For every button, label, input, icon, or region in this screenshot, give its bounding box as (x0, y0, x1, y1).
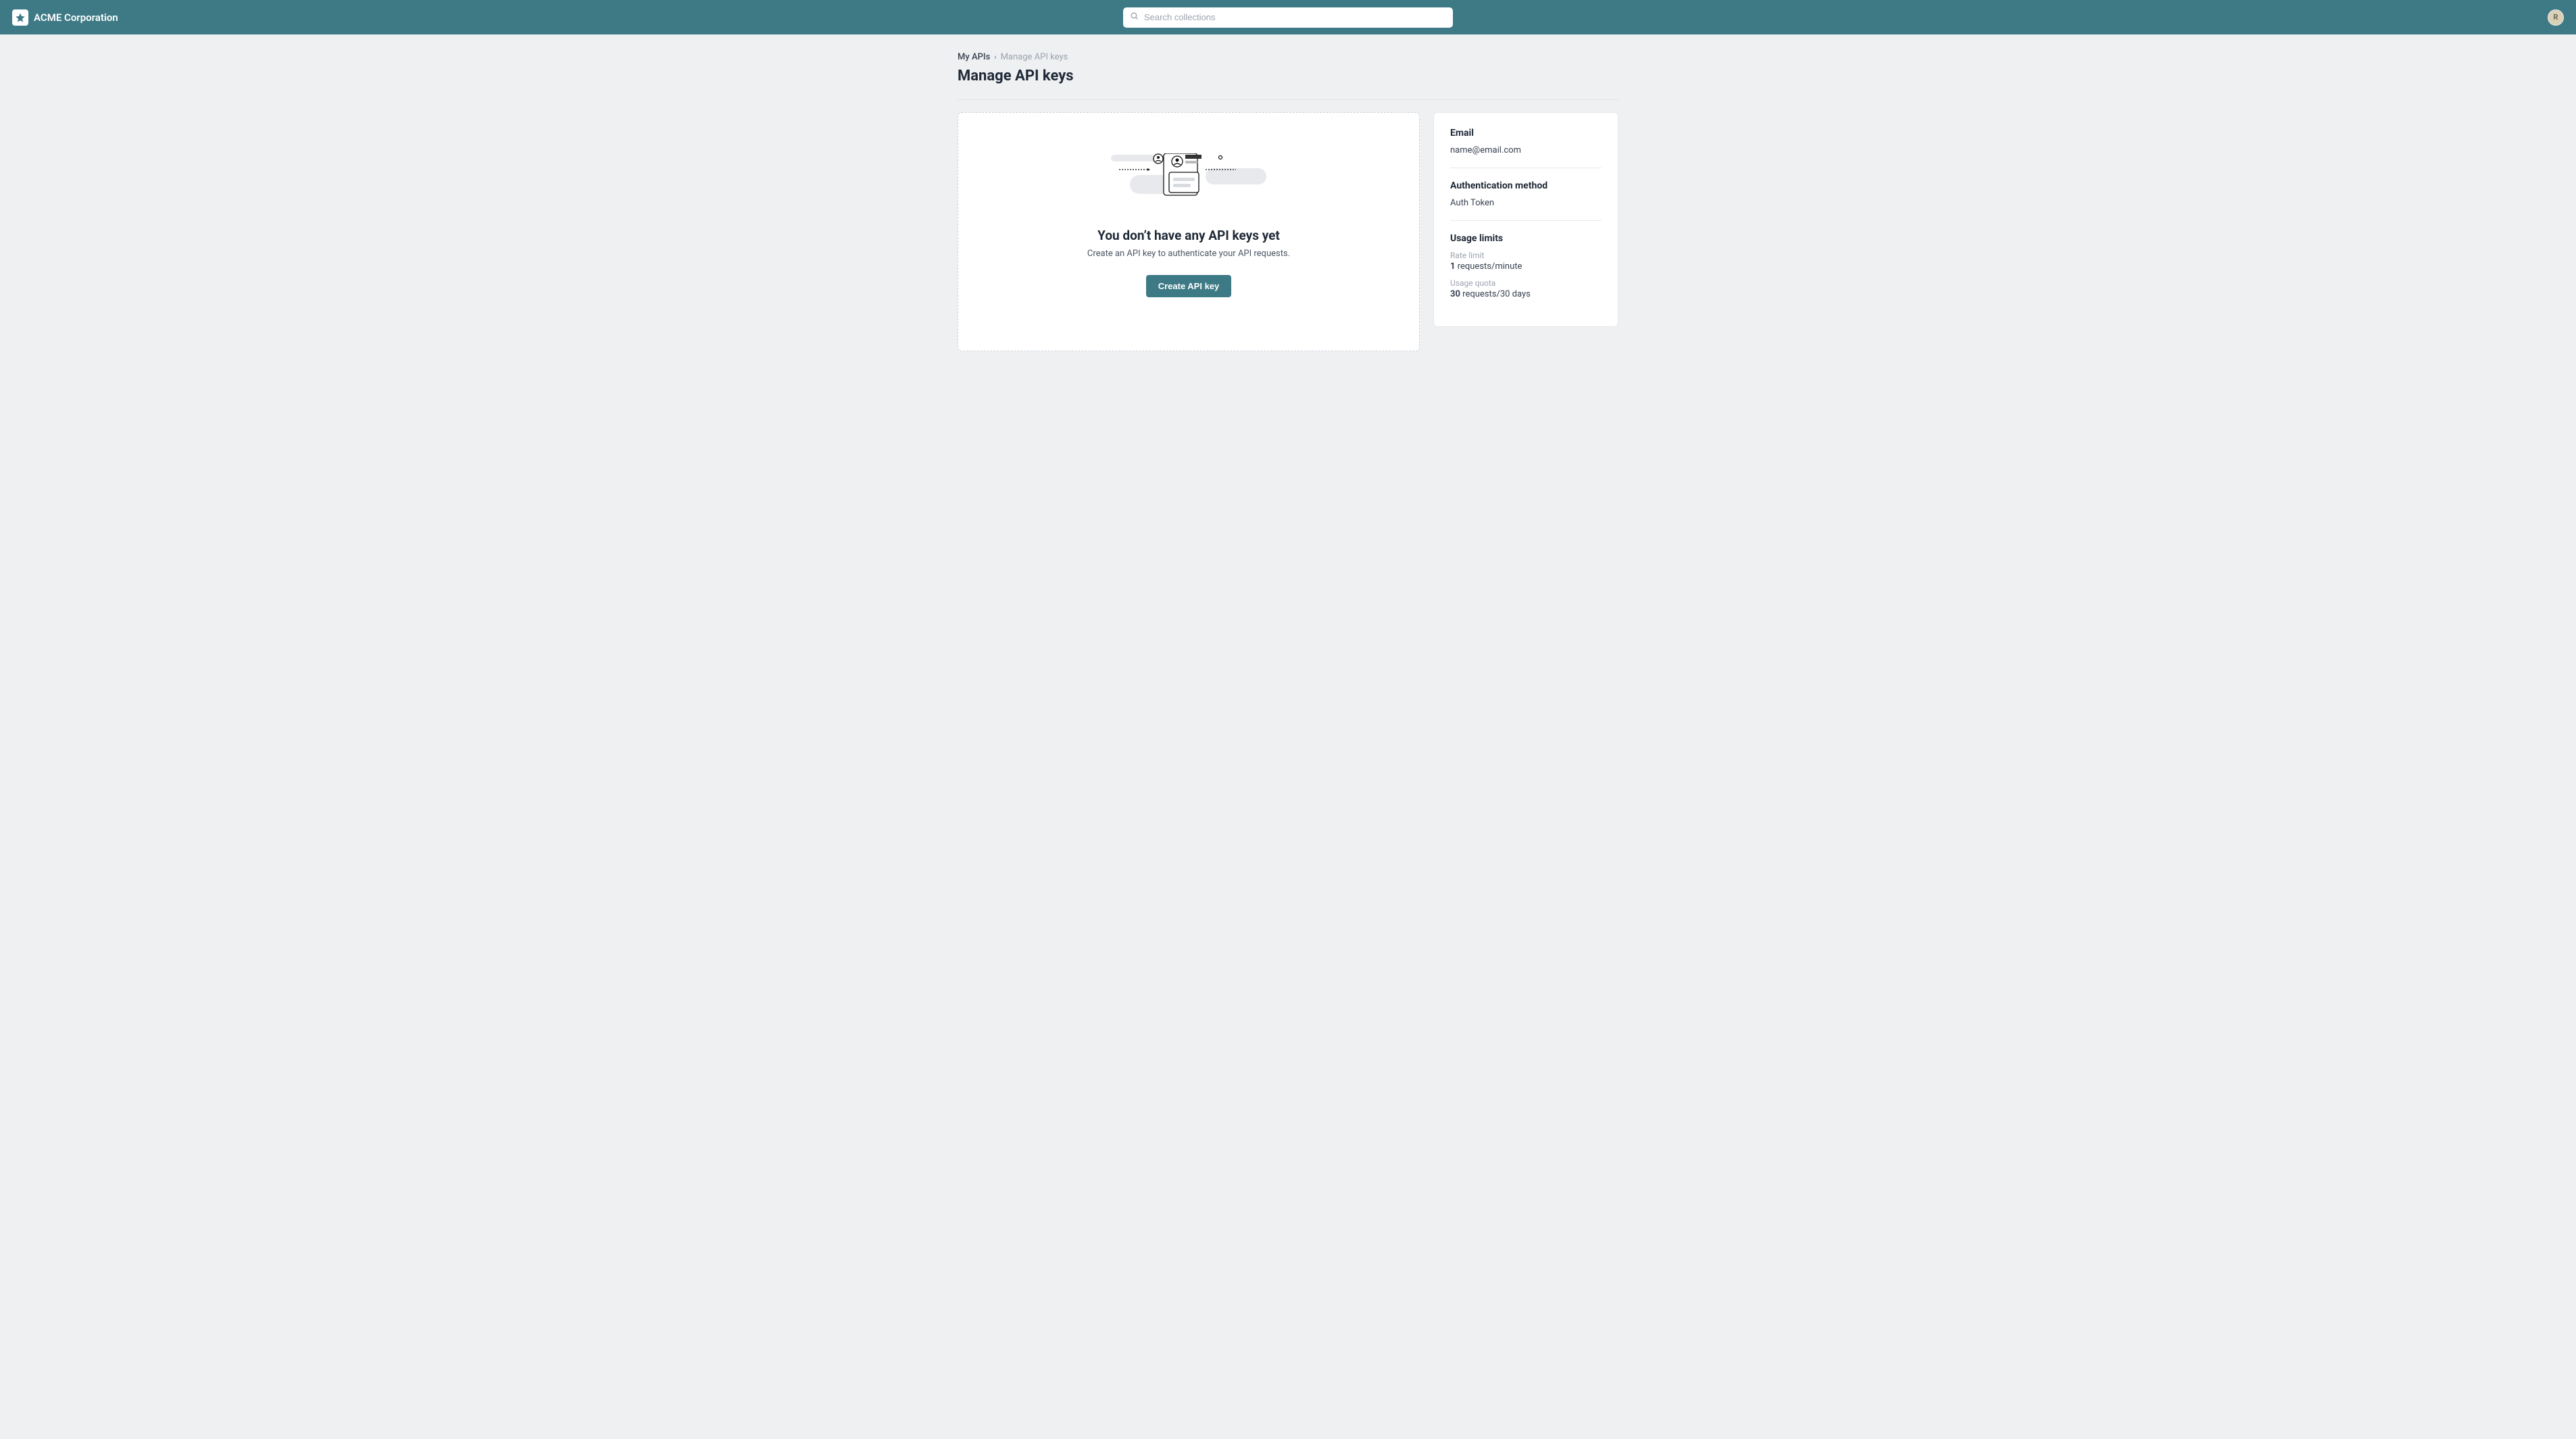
breadcrumb: My APIs › Manage API keys (958, 52, 1618, 62)
create-api-key-button[interactable]: Create API key (1146, 275, 1232, 297)
brand[interactable]: ACME Corporation (12, 9, 118, 26)
rate-limit-value: 1 requests/minute (1450, 261, 1602, 272)
empty-state-title: You don’t have any API keys yet (1097, 228, 1280, 243)
breadcrumb-current: Manage API keys (1001, 52, 1068, 62)
breadcrumb-parent[interactable]: My APIs (958, 52, 990, 62)
page-title: Manage API keys (958, 68, 1618, 84)
info-sidebar: Email name@email.com Authentication meth… (1433, 112, 1618, 327)
avatar[interactable]: R (2548, 9, 2564, 26)
page-container: My APIs › Manage API keys Manage API key… (958, 34, 1618, 378)
auth-value: Auth Token (1450, 198, 1602, 208)
empty-state-illustration-icon (1111, 153, 1266, 207)
chevron-right-icon: › (994, 53, 996, 61)
search-icon (1130, 11, 1139, 23)
quota-label: Usage quota (1450, 278, 1602, 288)
auth-section: Authentication method Auth Token (1450, 168, 1602, 220)
empty-state-subtitle: Create an API key to authenticate your A… (1087, 249, 1290, 259)
usage-heading: Usage limits (1450, 233, 1602, 244)
rate-limit-label: Rate limit (1450, 251, 1602, 260)
top-bar: ACME Corporation R (0, 0, 2576, 34)
auth-heading: Authentication method (1450, 180, 1602, 191)
email-value: name@email.com (1450, 145, 1602, 155)
brand-logo-icon (12, 9, 28, 26)
search-input[interactable] (1144, 12, 1446, 22)
content-columns: You don’t have any API keys yet Create a… (958, 112, 1618, 351)
search-container (1123, 7, 1453, 28)
search-box[interactable] (1123, 7, 1453, 28)
divider (958, 99, 1618, 100)
email-section: Email name@email.com (1450, 128, 1602, 168)
usage-section: Usage limits Rate limit 1 requests/minut… (1450, 220, 1602, 311)
brand-title: ACME Corporation (34, 11, 118, 24)
email-heading: Email (1450, 128, 1602, 138)
quota-value: 30 requests/30 days (1450, 289, 1602, 299)
empty-state-card: You don’t have any API keys yet Create a… (958, 112, 1420, 351)
